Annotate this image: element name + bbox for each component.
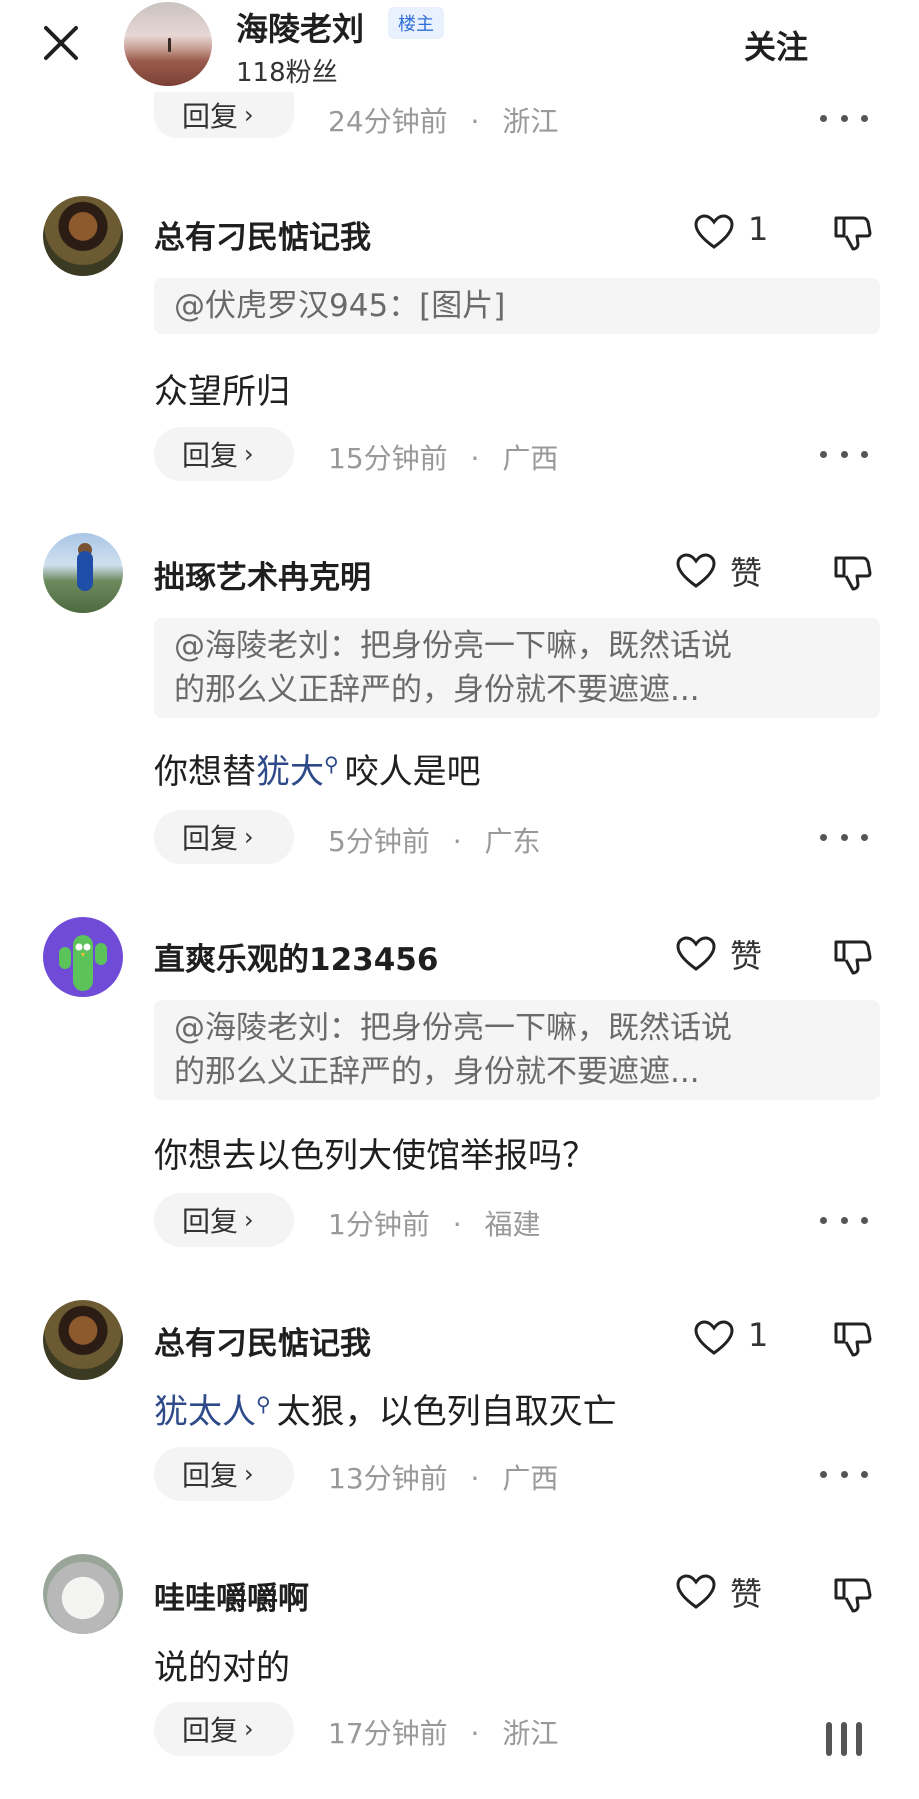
comment-meta: 1分钟前 · 福建 [328,1203,541,1243]
more-options-button[interactable] [820,1464,868,1484]
comment-time: 17分钟前 [328,1717,448,1750]
comment-text-prefix: 你想替 [154,752,256,792]
reply-button[interactable]: 回复 › [154,427,294,481]
topic-link[interactable]: 犹大 [256,752,324,792]
comment-location: 广西 [502,442,559,475]
comment-text: 说的对的 [154,1648,290,1688]
comment-username[interactable]: 总有刁民惦记我 [154,212,371,257]
reply-label: 回复 [182,100,239,133]
comment-time: 24分钟前 [328,105,448,138]
quoted-reply-line: 的那么义正辞严的，身份就不要遮遮... [174,672,700,708]
reply-button[interactable]: 回复 › [154,1702,294,1756]
like-label: 赞 [730,1575,763,1613]
avatar[interactable] [43,1554,123,1634]
comment-time: 5分钟前 [328,825,430,858]
reply-button[interactable]: 回复 › [154,1447,294,1501]
meta-separator: · [470,1717,480,1750]
reply-label: 回复 [182,1459,239,1492]
search-icon[interactable]: ⚲ [256,1392,271,1416]
comment-body: 说的对的 [154,1640,290,1689]
heart-icon[interactable] [676,553,716,589]
comment-location: 广西 [502,1462,559,1495]
reply-label: 回复 [182,439,239,472]
comment-body: 你想替犹大⚲ 咬人是吧 [154,744,481,793]
comment-username[interactable]: 总有刁民惦记我 [154,1318,371,1363]
poster-badge: 楼主 [388,7,444,39]
comment-time: 1分钟前 [328,1208,430,1241]
comment-meta: 5分钟前 · 广东 [328,820,541,860]
comment-body: 你想去以色列大使馆举报吗？ [154,1128,596,1177]
more-options-button[interactable] [820,827,868,847]
close-button[interactable] [38,20,84,66]
close-icon [44,26,78,60]
topic-link[interactable]: 犹太人 [154,1392,256,1432]
more-options-button[interactable] [820,1210,868,1230]
comment-meta: 15分钟前 · 广西 [328,437,558,477]
avatar[interactable] [43,533,123,613]
quoted-reply[interactable]: @伏虎罗汉945：[图片] [154,278,880,334]
like-label: 赞 [730,554,763,592]
meta-separator: · [452,1208,462,1241]
avatar[interactable] [43,917,123,997]
meta-separator: · [470,1462,480,1495]
quoted-reply-line: 的那么义正辞严的，身份就不要遮遮... [174,1054,700,1090]
comment-text: 你想去以色列大使馆举报吗？ [154,1136,596,1176]
poster-name[interactable]: 海陵老刘 [236,4,364,50]
thumbs-down-icon[interactable] [832,1318,872,1358]
reply-label: 回复 [182,1205,239,1238]
quoted-reply-line: @海陵老刘：把身份亮一下嘛，既然话说 [174,1010,732,1046]
comment-text: 咬人是吧 [344,752,481,792]
meta-separator: · [452,825,462,858]
quoted-reply-line: @海陵老刘：把身份亮一下嘛，既然话说 [174,628,732,664]
comment-time: 13分钟前 [328,1462,448,1495]
search-icon[interactable]: ⚲ [324,752,339,776]
poster-avatar[interactable] [124,2,212,86]
comment-meta: 13分钟前 · 广西 [328,1457,558,1497]
thumbs-down-icon[interactable] [832,212,872,252]
reply-button[interactable]: 回复 › [154,92,294,138]
reply-button[interactable]: 回复 › [154,810,294,864]
thumbs-down-icon[interactable] [832,552,872,592]
comment-username[interactable]: 拙琢艺术冉克明 [154,552,371,597]
reply-label: 回复 [182,1714,239,1747]
avatar[interactable] [43,1300,123,1380]
heart-icon[interactable] [694,214,734,250]
comment-location: 浙江 [502,1717,559,1750]
quoted-reply[interactable]: @海陵老刘：把身份亮一下嘛，既然话说 的那么义正辞严的，身份就不要遮遮... [154,618,880,718]
like-count: 1 [748,210,769,248]
meta-separator: · [470,105,480,138]
comment-location: 广东 [484,825,541,858]
quoted-reply[interactable]: @海陵老刘：把身份亮一下嘛，既然话说 的那么义正辞严的，身份就不要遮遮... [154,1000,880,1100]
more-options-button[interactable] [820,444,868,464]
comment-location: 浙江 [502,105,559,138]
comment-body: 众望所归 [154,364,290,413]
comment-meta: 17分钟前 · 浙江 [328,1712,558,1752]
comment-body: 犹太人⚲ 太狠，以色列自取灭亡 [154,1384,617,1433]
heart-icon[interactable] [694,1320,734,1356]
quoted-reply-line: @伏虎罗汉945：[图片] [174,288,506,324]
reply-button[interactable]: 回复 › [154,1193,294,1247]
follow-button[interactable]: 关注 [744,22,808,68]
comment-location: 福建 [484,1208,541,1241]
avatar[interactable] [43,196,123,276]
more-options-button[interactable] [826,1722,876,1756]
cactus-icon [59,935,107,991]
thumbs-down-icon[interactable] [832,1574,872,1614]
comment-username[interactable]: 直爽乐观的123456 [154,934,438,979]
comment-meta: 24分钟前 · 浙江 [328,100,558,140]
like-label: 赞 [730,937,763,975]
heart-icon[interactable] [676,936,716,972]
reply-label: 回复 [182,822,239,855]
comment-text: 太狠，以色列自取灭亡 [276,1392,617,1432]
thumbs-down-icon[interactable] [832,936,872,976]
poster-fans-count: 118粉丝 [236,58,338,88]
comment-time: 15分钟前 [328,442,448,475]
comment-username[interactable]: 哇哇嚼嚼啊 [154,1573,309,1618]
like-count: 1 [748,1316,769,1354]
meta-separator: · [470,442,480,475]
more-options-button[interactable] [820,108,868,128]
comment-text: 众望所归 [154,372,290,412]
heart-icon[interactable] [676,1574,716,1610]
